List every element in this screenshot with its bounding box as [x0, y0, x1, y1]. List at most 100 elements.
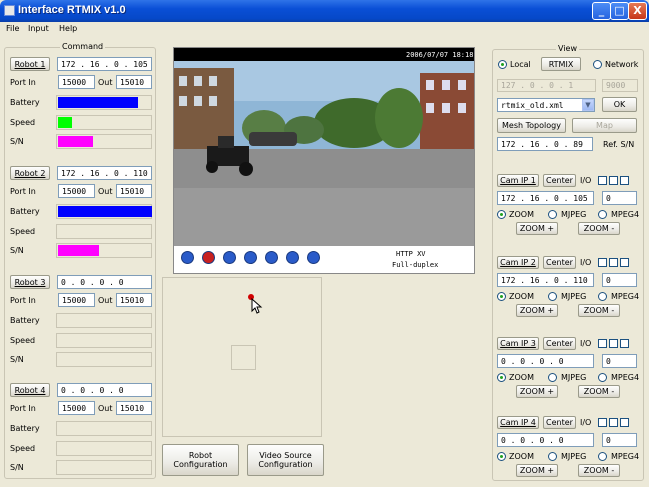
cam-3-center-button[interactable]: Center: [543, 337, 576, 350]
robot-4-port-in-field[interactable]: 15000: [58, 401, 95, 415]
port-in-label: Port In: [10, 78, 36, 87]
cam-3-mjpeg-radio[interactable]: [548, 373, 557, 382]
local-radio[interactable]: [498, 60, 507, 69]
cam-1-center-button[interactable]: Center: [543, 174, 576, 187]
ref-ip-field[interactable]: 172 . 16 . 0 . 89: [497, 137, 593, 151]
robot-1-button[interactable]: Robot 1: [10, 57, 50, 71]
cam-4-io-checkbox-2[interactable]: [609, 418, 618, 427]
cam-4-number-field[interactable]: 0: [602, 433, 637, 447]
cam-3-io-checkbox-3[interactable]: [620, 339, 629, 348]
network-port-field[interactable]: 9000: [602, 79, 638, 92]
cam-2-zoom-radio[interactable]: [497, 292, 506, 301]
cam-4-mpeg4-radio[interactable]: [598, 452, 607, 461]
cam-2-zoom-plus-button[interactable]: ZOOM +: [516, 304, 558, 317]
cam-2-mjpeg-radio[interactable]: [548, 292, 557, 301]
cam-2-number-field[interactable]: 0: [602, 273, 637, 287]
menu-file[interactable]: File: [6, 24, 19, 33]
cam-3-zoom-plus-button[interactable]: ZOOM +: [516, 385, 558, 398]
cam-4-zoom-plus-button[interactable]: ZOOM +: [516, 464, 558, 477]
robot-1-port-in-field[interactable]: 15000: [58, 75, 95, 89]
cam-4-zoom-minus-button[interactable]: ZOOM -: [578, 464, 620, 477]
cam-4-zoom-radio[interactable]: [497, 452, 506, 461]
minimize-button[interactable]: _: [592, 2, 611, 20]
cam-1-io-checkbox-1[interactable]: [598, 176, 607, 185]
menu-help[interactable]: Help: [59, 24, 77, 33]
cam-3-zoom-minus-button[interactable]: ZOOM -: [578, 385, 620, 398]
cam-1-zoom-minus-button[interactable]: ZOOM -: [578, 222, 620, 235]
robot-3-out-field[interactable]: 15010: [116, 293, 152, 307]
video-source-configuration-button[interactable]: Video Source Configuration: [247, 444, 324, 476]
cam-3-zoom-radio[interactable]: [497, 373, 506, 382]
robot-2-out-field[interactable]: 15010: [116, 184, 152, 198]
cam-1-io-checkbox-3[interactable]: [620, 176, 629, 185]
cam-3-mpeg4-radio[interactable]: [598, 373, 607, 382]
cam-3-io-checkbox-1[interactable]: [598, 339, 607, 348]
robot-configuration-button[interactable]: Robot Configuration: [162, 444, 239, 476]
robot-4-button[interactable]: Robot 4: [10, 383, 50, 397]
cam-ip-2-button[interactable]: Cam IP 2: [497, 256, 539, 269]
speed-label: Speed: [10, 118, 36, 127]
speaker-small-icon[interactable]: [265, 251, 278, 264]
chevron-down-icon[interactable]: ▼: [582, 99, 594, 111]
robot-3-ip-field[interactable]: 0 . 0 . 0 . 0: [57, 275, 152, 289]
robot-4-out-field[interactable]: 15010: [116, 401, 152, 415]
battery-label: Battery: [10, 98, 40, 107]
cam-1-mjpeg-radio[interactable]: [548, 210, 557, 219]
cam-2-io-checkbox-1[interactable]: [598, 258, 607, 267]
position-canvas[interactable]: [162, 277, 322, 437]
cam-2-mpeg4-radio[interactable]: [598, 292, 607, 301]
close-button[interactable]: X: [628, 2, 647, 20]
cam-1-zoom-plus-button[interactable]: ZOOM +: [516, 222, 558, 235]
cam-ip-4-button[interactable]: Cam IP 4: [497, 416, 539, 429]
cam-4-io-checkbox-1[interactable]: [598, 418, 607, 427]
cam-1-zoom-radio[interactable]: [497, 210, 506, 219]
cam-ip-3-button[interactable]: Cam IP 3: [497, 337, 539, 350]
network-ip-field[interactable]: 127 . 0 . 0 . 1: [497, 79, 596, 92]
zoom-icon[interactable]: [181, 251, 194, 264]
cam-1-ip-field[interactable]: 172 . 16 . 0 . 105: [497, 191, 594, 205]
robot-2-ip-field[interactable]: 172 . 16 . 0 . 110: [57, 166, 152, 180]
config-file-value: rtmix_old.xml: [501, 100, 564, 110]
record-icon[interactable]: [202, 251, 215, 264]
cam-4-mjpeg-radio[interactable]: [548, 452, 557, 461]
mesh-topology-button[interactable]: Mesh Topology: [497, 118, 566, 133]
robot-1-out-field[interactable]: 15010: [116, 75, 152, 89]
config-file-select[interactable]: rtmix_old.xml: [497, 98, 595, 112]
robot-4-speed-bar: [56, 441, 152, 456]
cam-3-number-field[interactable]: 0: [602, 354, 637, 368]
cam-3-ip-field[interactable]: 0 . 0 . 0 . 0: [497, 354, 594, 368]
cam-ip-1-button[interactable]: Cam IP 1: [497, 174, 539, 187]
cam-1-mpeg4-radio[interactable]: [598, 210, 607, 219]
robot-3-port-in-field[interactable]: 15000: [58, 293, 95, 307]
cam-2-io-checkbox-3[interactable]: [620, 258, 629, 267]
cam-4-center-button[interactable]: Center: [543, 416, 576, 429]
duplex-text: Full-duplex: [392, 261, 438, 269]
cam-2-ip-field[interactable]: 172 . 16 . 0 . 110: [497, 273, 594, 287]
signal-icon[interactable]: [307, 251, 320, 264]
robot-2-button[interactable]: Robot 2: [10, 166, 50, 180]
io-label: I/O: [580, 339, 592, 348]
microphone-icon[interactable]: [286, 251, 299, 264]
cam-4-io-checkbox-3[interactable]: [620, 418, 629, 427]
robot-4-ip-field[interactable]: 0 . 0 . 0 . 0: [57, 383, 152, 397]
robot-1-ip-field[interactable]: 172 . 16 . 0 . 105: [57, 57, 152, 71]
robot-2-port-in-field[interactable]: 15000: [58, 184, 95, 198]
cam-2-io-checkbox-2[interactable]: [609, 258, 618, 267]
ok-button[interactable]: OK: [602, 97, 637, 112]
robot-3-button[interactable]: Robot 3: [10, 275, 50, 289]
cam-4-ip-field[interactable]: 0 . 0 . 0 . 0: [497, 433, 594, 447]
cam-1-io-checkbox-2[interactable]: [609, 176, 618, 185]
network-radio[interactable]: [593, 60, 602, 69]
user-icon[interactable]: [223, 251, 236, 264]
speed-label: Speed: [10, 444, 36, 453]
cam-3-io-checkbox-2[interactable]: [609, 339, 618, 348]
maximize-button[interactable]: □: [610, 2, 629, 20]
speaker-icon[interactable]: [244, 251, 257, 264]
cam-2-zoom-minus-button[interactable]: ZOOM -: [578, 304, 620, 317]
map-button[interactable]: Map: [572, 118, 637, 133]
cam-1-number-field[interactable]: 0: [602, 191, 637, 205]
cam-2-center-button[interactable]: Center: [543, 256, 576, 269]
rtmix-button[interactable]: RTMIX: [541, 57, 581, 71]
app-icon: [4, 5, 15, 16]
menu-input[interactable]: Input: [28, 24, 49, 33]
